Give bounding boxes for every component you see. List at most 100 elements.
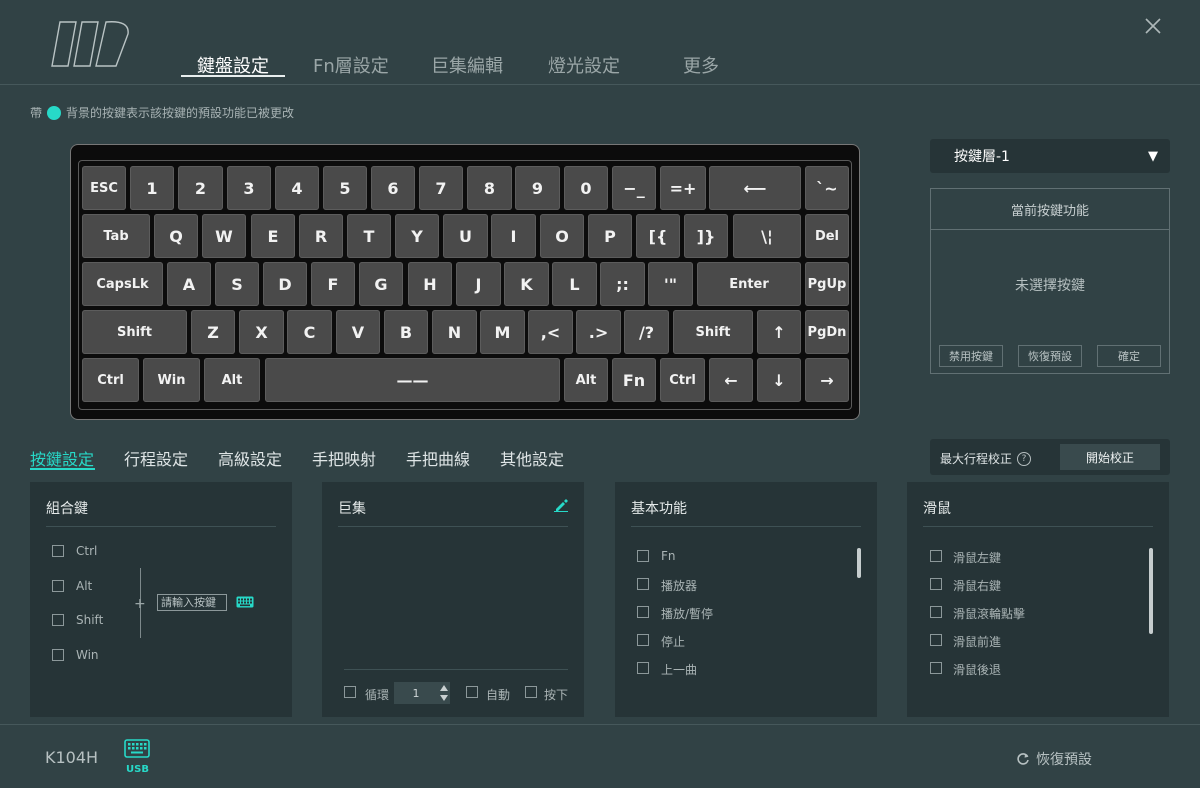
restore-default-button[interactable]: 恢復預設 bbox=[1018, 345, 1082, 367]
key-sym-r3c9[interactable]: .> bbox=[576, 310, 621, 354]
key-9-r0c9[interactable]: 9 bbox=[515, 166, 560, 210]
key-c-r3c3[interactable]: C bbox=[287, 310, 332, 354]
key-sym-r2c10[interactable]: ;: bbox=[600, 262, 645, 306]
key-g-r2c5[interactable]: G bbox=[359, 262, 403, 306]
key-m-r3c7[interactable]: M bbox=[480, 310, 525, 354]
reset-defaults-button[interactable]: 恢復預設 bbox=[1016, 749, 1092, 769]
key-sym-r2c11[interactable]: '" bbox=[648, 262, 693, 306]
subtab-gamepad-curve[interactable]: 手把曲線 bbox=[406, 446, 470, 470]
shift-checkbox[interactable] bbox=[52, 614, 64, 626]
key-t-r1c5[interactable]: T bbox=[347, 214, 391, 258]
basic-item-checkbox[interactable] bbox=[637, 606, 649, 618]
close-icon[interactable] bbox=[1142, 15, 1164, 37]
confirm-button[interactable]: 確定 bbox=[1097, 345, 1161, 367]
basic-item-checkbox[interactable] bbox=[637, 634, 649, 646]
key-7-r0c7[interactable]: 7 bbox=[419, 166, 463, 210]
key-sym-r0c11[interactable]: −_ bbox=[612, 166, 656, 210]
key-s-r2c2[interactable]: S bbox=[215, 262, 259, 306]
key-esc-r0c0[interactable]: ESC bbox=[82, 166, 126, 210]
subtab-key-settings[interactable]: 按鍵設定 bbox=[30, 446, 94, 470]
key-n-r3c6[interactable]: N bbox=[432, 310, 477, 354]
key-sym-r1c13[interactable]: \¦ bbox=[733, 214, 801, 258]
key-alt-r4c2[interactable]: Alt bbox=[204, 358, 260, 402]
spinner-arrows-icon[interactable] bbox=[438, 682, 450, 704]
key-ctrl-r4c0[interactable]: Ctrl bbox=[82, 358, 139, 402]
alt-checkbox[interactable] bbox=[52, 580, 64, 592]
key-4-r0c4[interactable]: 4 bbox=[275, 166, 319, 210]
subtab-other-settings[interactable]: 其他設定 bbox=[500, 446, 564, 470]
key-j-r2c7[interactable]: J bbox=[456, 262, 501, 306]
mouse-scrollbar[interactable] bbox=[1149, 548, 1153, 634]
key-a-r2c1[interactable]: A bbox=[167, 262, 211, 306]
mouse-item-checkbox[interactable] bbox=[930, 578, 942, 590]
key-w-r1c2[interactable]: W bbox=[202, 214, 246, 258]
key-sym-r1c12[interactable]: ]} bbox=[684, 214, 728, 258]
key-v-r3c4[interactable]: V bbox=[336, 310, 380, 354]
key-u-r1c7[interactable]: U bbox=[443, 214, 488, 258]
key-sym-r0c13[interactable]: ⟵ bbox=[709, 166, 801, 210]
key-sym-r3c10[interactable]: /? bbox=[624, 310, 669, 354]
key-sym-r4c9[interactable]: → bbox=[805, 358, 849, 402]
combo-key-input[interactable] bbox=[157, 594, 227, 611]
key-sym-r0c14[interactable]: `~ bbox=[805, 166, 849, 210]
key-win-r4c1[interactable]: Win bbox=[143, 358, 200, 402]
key-1-r0c1[interactable]: 1 bbox=[130, 166, 174, 210]
help-icon[interactable]: ? bbox=[1017, 451, 1032, 466]
key-alt-r4c4[interactable]: Alt bbox=[564, 358, 608, 402]
key-r-r1c4[interactable]: R bbox=[299, 214, 343, 258]
tab-fn-layer[interactable]: Fn層設定 bbox=[313, 52, 389, 78]
subtab-gamepad-mapping[interactable]: 手把映射 bbox=[312, 446, 376, 470]
loop-checkbox[interactable] bbox=[344, 686, 356, 698]
key-sym-r3c8[interactable]: ,< bbox=[528, 310, 573, 354]
key-o-r1c9[interactable]: O bbox=[540, 214, 584, 258]
basic-scrollbar[interactable] bbox=[857, 548, 861, 578]
key-sym-r0c12[interactable]: =+ bbox=[660, 166, 706, 210]
key-q-r1c1[interactable]: Q bbox=[154, 214, 198, 258]
key-pgup-r2c13[interactable]: PgUp bbox=[805, 262, 849, 306]
key-e-r1c3[interactable]: E bbox=[251, 214, 295, 258]
disable-key-button[interactable]: 禁用按鍵 bbox=[939, 345, 1003, 367]
key-x-r3c2[interactable]: X bbox=[239, 310, 284, 354]
key-k-r2c8[interactable]: K bbox=[504, 262, 549, 306]
key-0-r0c10[interactable]: 0 bbox=[564, 166, 608, 210]
key-capslk-r2c0[interactable]: CapsLk bbox=[82, 262, 163, 306]
key-d-r2c3[interactable]: D bbox=[263, 262, 307, 306]
mouse-item-checkbox[interactable] bbox=[930, 634, 942, 646]
key-l-r2c9[interactable]: L bbox=[552, 262, 597, 306]
ctrl-checkbox[interactable] bbox=[52, 545, 64, 557]
key-8-r0c8[interactable]: 8 bbox=[467, 166, 512, 210]
tab-macro-edit[interactable]: 巨集編輯 bbox=[431, 52, 503, 78]
key-del-r1c14[interactable]: Del bbox=[805, 214, 849, 258]
subtab-travel-settings[interactable]: 行程設定 bbox=[124, 446, 188, 470]
basic-item-checkbox[interactable] bbox=[637, 550, 649, 562]
start-calibration-button[interactable]: 開始校正 bbox=[1060, 444, 1160, 470]
key-sym-r4c7[interactable]: ← bbox=[709, 358, 753, 402]
pencil-icon[interactable] bbox=[554, 498, 568, 512]
key-i-r1c8[interactable]: I bbox=[491, 214, 536, 258]
key-5-r0c5[interactable]: 5 bbox=[323, 166, 367, 210]
tab-more[interactable]: 更多 bbox=[683, 52, 719, 78]
key-pgdn-r3c13[interactable]: PgDn bbox=[805, 310, 849, 354]
key-sym-r4c3[interactable]: —— bbox=[265, 358, 560, 402]
press-checkbox[interactable] bbox=[525, 686, 537, 698]
key-y-r1c6[interactable]: Y bbox=[395, 214, 439, 258]
key-sym-r4c8[interactable]: ↓ bbox=[757, 358, 801, 402]
key-6-r0c6[interactable]: 6 bbox=[371, 166, 415, 210]
basic-item-checkbox[interactable] bbox=[637, 662, 649, 674]
key-ctrl-r4c6[interactable]: Ctrl bbox=[660, 358, 705, 402]
subtab-advanced-settings[interactable]: 高級設定 bbox=[218, 446, 282, 470]
key-b-r3c5[interactable]: B bbox=[384, 310, 428, 354]
key-layer-select[interactable]: 按鍵層-1 ▼ bbox=[930, 139, 1170, 173]
key-z-r3c1[interactable]: Z bbox=[191, 310, 235, 354]
keyboard-usb-icon[interactable] bbox=[124, 739, 150, 759]
key-f-r2c4[interactable]: F bbox=[311, 262, 355, 306]
key-sym-r3c12[interactable]: ↑ bbox=[757, 310, 801, 354]
key-sym-r1c11[interactable]: [{ bbox=[636, 214, 680, 258]
mouse-item-checkbox[interactable] bbox=[930, 606, 942, 618]
win-checkbox[interactable] bbox=[52, 649, 64, 661]
key-3-r0c3[interactable]: 3 bbox=[227, 166, 271, 210]
key-2-r0c2[interactable]: 2 bbox=[178, 166, 223, 210]
key-h-r2c6[interactable]: H bbox=[408, 262, 452, 306]
basic-item-checkbox[interactable] bbox=[637, 578, 649, 590]
keyboard-icon[interactable] bbox=[236, 596, 254, 608]
